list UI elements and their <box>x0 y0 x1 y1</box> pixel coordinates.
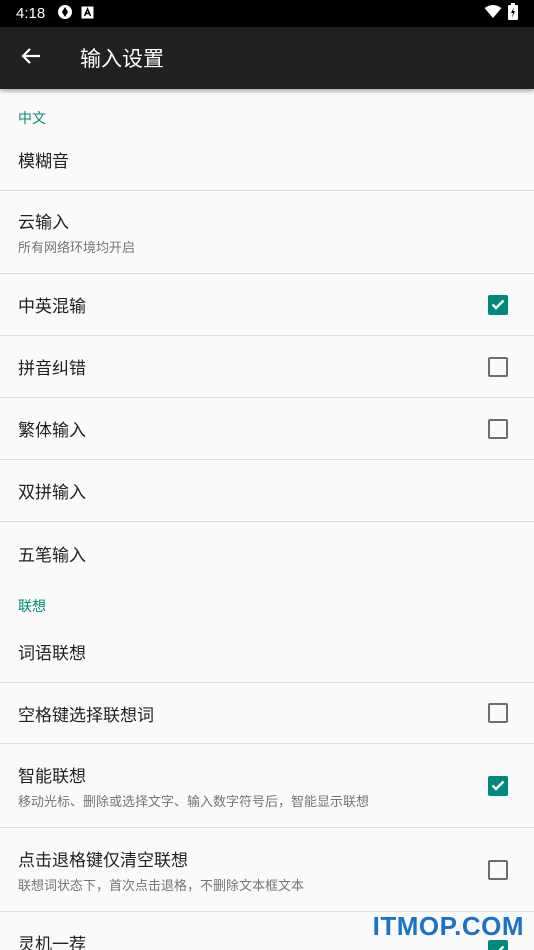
pref-mixed-input[interactable]: 中英混输 <box>0 274 534 336</box>
checkmark-icon <box>491 780 505 791</box>
pref-smart-association[interactable]: 智能联想 移动光标、删除或选择文字、输入数字符号后，智能显示联想 <box>0 744 534 828</box>
pref-traditional-input[interactable]: 繁体输入 <box>0 398 534 460</box>
status-time: 4:18 <box>16 5 46 22</box>
pref-title: 智能联想 <box>18 766 86 787</box>
settings-list[interactable]: 中文 模糊音 云输入 所有网络环境均开启 中英混输 拼音纠错 繁体输入 双拼输入… <box>0 89 534 950</box>
checkmark-icon <box>492 945 505 950</box>
battery-charging-icon <box>508 3 518 24</box>
page-title: 输入设置 <box>80 47 164 71</box>
pref-cloud-input[interactable]: 云输入 所有网络环境均开启 <box>0 191 534 274</box>
pref-wubi-input[interactable]: 五笔输入 <box>0 522 534 584</box>
pref-shuangpin-input[interactable]: 双拼输入 <box>0 460 534 522</box>
pref-space-select[interactable]: 空格键选择联想词 <box>0 683 534 744</box>
watermark-logo: ITMOP.COM <box>372 911 524 941</box>
pref-title: 五笔输入 <box>18 545 86 566</box>
arrow-left-icon <box>21 47 41 69</box>
section-header-chinese: 中文 <box>18 111 46 127</box>
pref-title: 双拼输入 <box>18 483 86 503</box>
pref-title: 点击退格键仅清空联想 <box>18 850 188 871</box>
pref-title: 拼音纠错 <box>18 359 86 379</box>
status-bar: 4:18 <box>0 0 534 27</box>
pref-title: 模糊音 <box>18 152 69 172</box>
pref-title: 繁体输入 <box>18 421 86 441</box>
section-header-association: 联想 <box>18 599 46 615</box>
pref-title: 空格键选择联想词 <box>18 705 154 726</box>
pref-summary: 移动光标、删除或选择文字、输入数字符号后，智能显示联想 <box>18 794 370 810</box>
back-button[interactable] <box>0 27 62 89</box>
pref-title: 中英混输 <box>18 297 86 317</box>
smart-association-checkbox[interactable] <box>488 775 508 796</box>
space-select-checkbox[interactable] <box>488 703 508 723</box>
font-a-icon <box>81 4 94 23</box>
wifi-icon <box>484 4 502 23</box>
traditional-input-checkbox[interactable] <box>488 418 508 439</box>
pref-title: 词语联想 <box>18 643 86 664</box>
pref-summary: 联想词状态下，首次点击退格，不删除文本框文本 <box>18 878 305 894</box>
pref-pinyin-correction[interactable]: 拼音纠错 <box>0 336 534 398</box>
pref-backspace-clear[interactable]: 点击退格键仅清空联想 联想词状态下，首次点击退格，不删除文本框文本 <box>0 828 534 912</box>
checkmark-icon <box>491 299 505 310</box>
pref-title: 云输入 <box>18 213 69 233</box>
pinyin-correction-checkbox[interactable] <box>488 356 508 377</box>
mixed-input-checkbox[interactable] <box>488 294 508 315</box>
pref-fuzzy-pinyin[interactable]: 模糊音 <box>0 147 534 191</box>
sync-icon <box>57 4 73 24</box>
pref-summary: 所有网络环境均开启 <box>18 241 136 256</box>
pref-word-association[interactable]: 词语联想 <box>0 620 534 683</box>
app-bar: 输入设置 <box>0 27 534 89</box>
backspace-clear-checkbox[interactable] <box>488 859 508 880</box>
